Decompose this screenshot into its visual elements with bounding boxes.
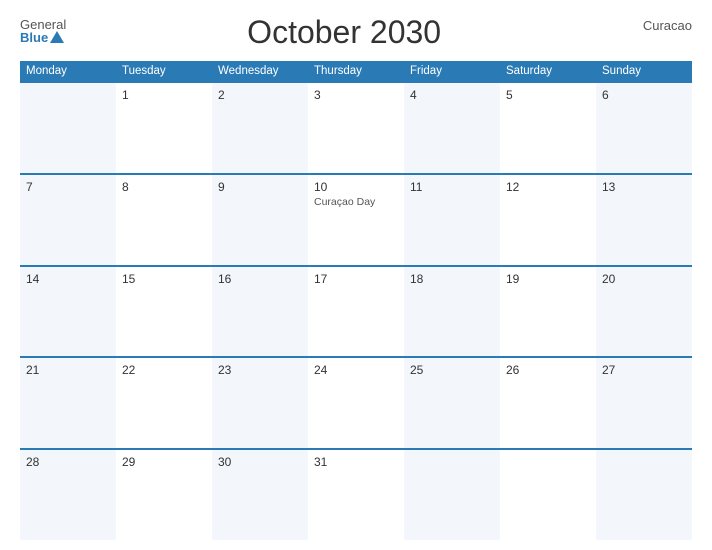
day-number: 31	[314, 455, 398, 469]
day-number: 6	[602, 88, 686, 102]
cal-cell-w3-d2: 15	[116, 267, 212, 357]
day-number: 8	[122, 180, 206, 194]
day-number: 4	[410, 88, 494, 102]
cal-cell-w5-d1: 28	[20, 450, 116, 540]
calendar-body: 12345678910Curaçao Day111213141516171819…	[20, 81, 692, 540]
calendar-week-1: 123456	[20, 81, 692, 173]
day-number: 30	[218, 455, 302, 469]
cal-cell-w4-d3: 23	[212, 358, 308, 448]
cal-cell-w2-d7: 13	[596, 175, 692, 265]
day-number: 2	[218, 88, 302, 102]
cal-cell-w5-d6	[500, 450, 596, 540]
day-number: 28	[26, 455, 110, 469]
day-number: 11	[410, 180, 494, 194]
cal-cell-w4-d5: 25	[404, 358, 500, 448]
cal-cell-w3-d5: 18	[404, 267, 500, 357]
day-number: 23	[218, 363, 302, 377]
cal-cell-w2-d6: 12	[500, 175, 596, 265]
day-number: 29	[122, 455, 206, 469]
cal-cell-w4-d7: 27	[596, 358, 692, 448]
day-number: 5	[506, 88, 590, 102]
month-title: October 2030	[66, 14, 622, 51]
cal-cell-w5-d5	[404, 450, 500, 540]
cal-cell-w2-d3: 9	[212, 175, 308, 265]
logo-triangle-icon	[50, 31, 64, 43]
day-number: 12	[506, 180, 590, 194]
calendar-header: Monday Tuesday Wednesday Thursday Friday…	[20, 61, 692, 81]
cal-cell-w1-d7: 6	[596, 83, 692, 173]
day-number: 10	[314, 180, 398, 194]
calendar-week-4: 21 22 23 24 25 26 27	[20, 356, 692, 448]
cal-cell-w4-d1: 21	[20, 358, 116, 448]
col-sunday: Sunday	[596, 61, 692, 81]
cal-cell-w1-d6: 5	[500, 83, 596, 173]
col-friday: Friday	[404, 61, 500, 81]
day-number: 1	[122, 88, 206, 102]
day-number: 18	[410, 272, 494, 286]
day-number: 20	[602, 272, 686, 286]
cal-cell-w2-d4: 10 Curaçao Day	[308, 175, 404, 265]
day-number: 24	[314, 363, 398, 377]
logo-blue-text: Blue	[20, 31, 64, 44]
col-thursday: Thursday	[308, 61, 404, 81]
cal-cell-w3-d3: 16	[212, 267, 308, 357]
cal-cell-w3-d6: 19	[500, 267, 596, 357]
day-number: 25	[410, 363, 494, 377]
cal-cell-w3-d1: 14	[20, 267, 116, 357]
day-number: 7	[26, 180, 110, 194]
col-wednesday: Wednesday	[212, 61, 308, 81]
cal-cell-w5-d7	[596, 450, 692, 540]
cal-cell-w5-d4: 31	[308, 450, 404, 540]
calendar-week-5: 28 29 30 31	[20, 448, 692, 540]
day-number: 17	[314, 272, 398, 286]
col-tuesday: Tuesday	[116, 61, 212, 81]
day-number: 13	[602, 180, 686, 194]
calendar: Monday Tuesday Wednesday Thursday Friday…	[20, 61, 692, 540]
cal-cell-w5-d2: 29	[116, 450, 212, 540]
day-number: 16	[218, 272, 302, 286]
cal-cell-w1-d4: 3	[308, 83, 404, 173]
day-event: Curaçao Day	[314, 196, 398, 208]
day-number: 9	[218, 180, 302, 194]
cal-cell-w1-d5: 4	[404, 83, 500, 173]
cal-cell-w1-d2: 1	[116, 83, 212, 173]
header: General Blue October 2030 Curacao	[20, 18, 692, 51]
day-number: 19	[506, 272, 590, 286]
day-number: 26	[506, 363, 590, 377]
col-saturday: Saturday	[500, 61, 596, 81]
day-number: 22	[122, 363, 206, 377]
cal-cell-w2-d5: 11	[404, 175, 500, 265]
day-number: 3	[314, 88, 398, 102]
cal-cell-w5-d3: 30	[212, 450, 308, 540]
cal-cell-w3-d7: 20	[596, 267, 692, 357]
cal-cell-w2-d2: 8	[116, 175, 212, 265]
cal-cell-w4-d6: 26	[500, 358, 596, 448]
page: General Blue October 2030 Curacao Monday…	[0, 0, 712, 550]
calendar-week-3: 14 15 16 17 18 19 20	[20, 265, 692, 357]
day-number: 27	[602, 363, 686, 377]
day-number: 14	[26, 272, 110, 286]
col-monday: Monday	[20, 61, 116, 81]
cal-cell-w1-d3: 2	[212, 83, 308, 173]
country-label: Curacao	[622, 18, 692, 33]
day-number: 15	[122, 272, 206, 286]
logo: General Blue	[20, 18, 66, 44]
cal-cell-w2-d1: 7	[20, 175, 116, 265]
day-number: 21	[26, 363, 110, 377]
cal-cell-w4-d2: 22	[116, 358, 212, 448]
cal-cell-w1-d1	[20, 83, 116, 173]
cal-cell-w3-d4: 17	[308, 267, 404, 357]
cal-cell-w4-d4: 24	[308, 358, 404, 448]
calendar-week-2: 789 10 Curaçao Day 11 12 13	[20, 173, 692, 265]
